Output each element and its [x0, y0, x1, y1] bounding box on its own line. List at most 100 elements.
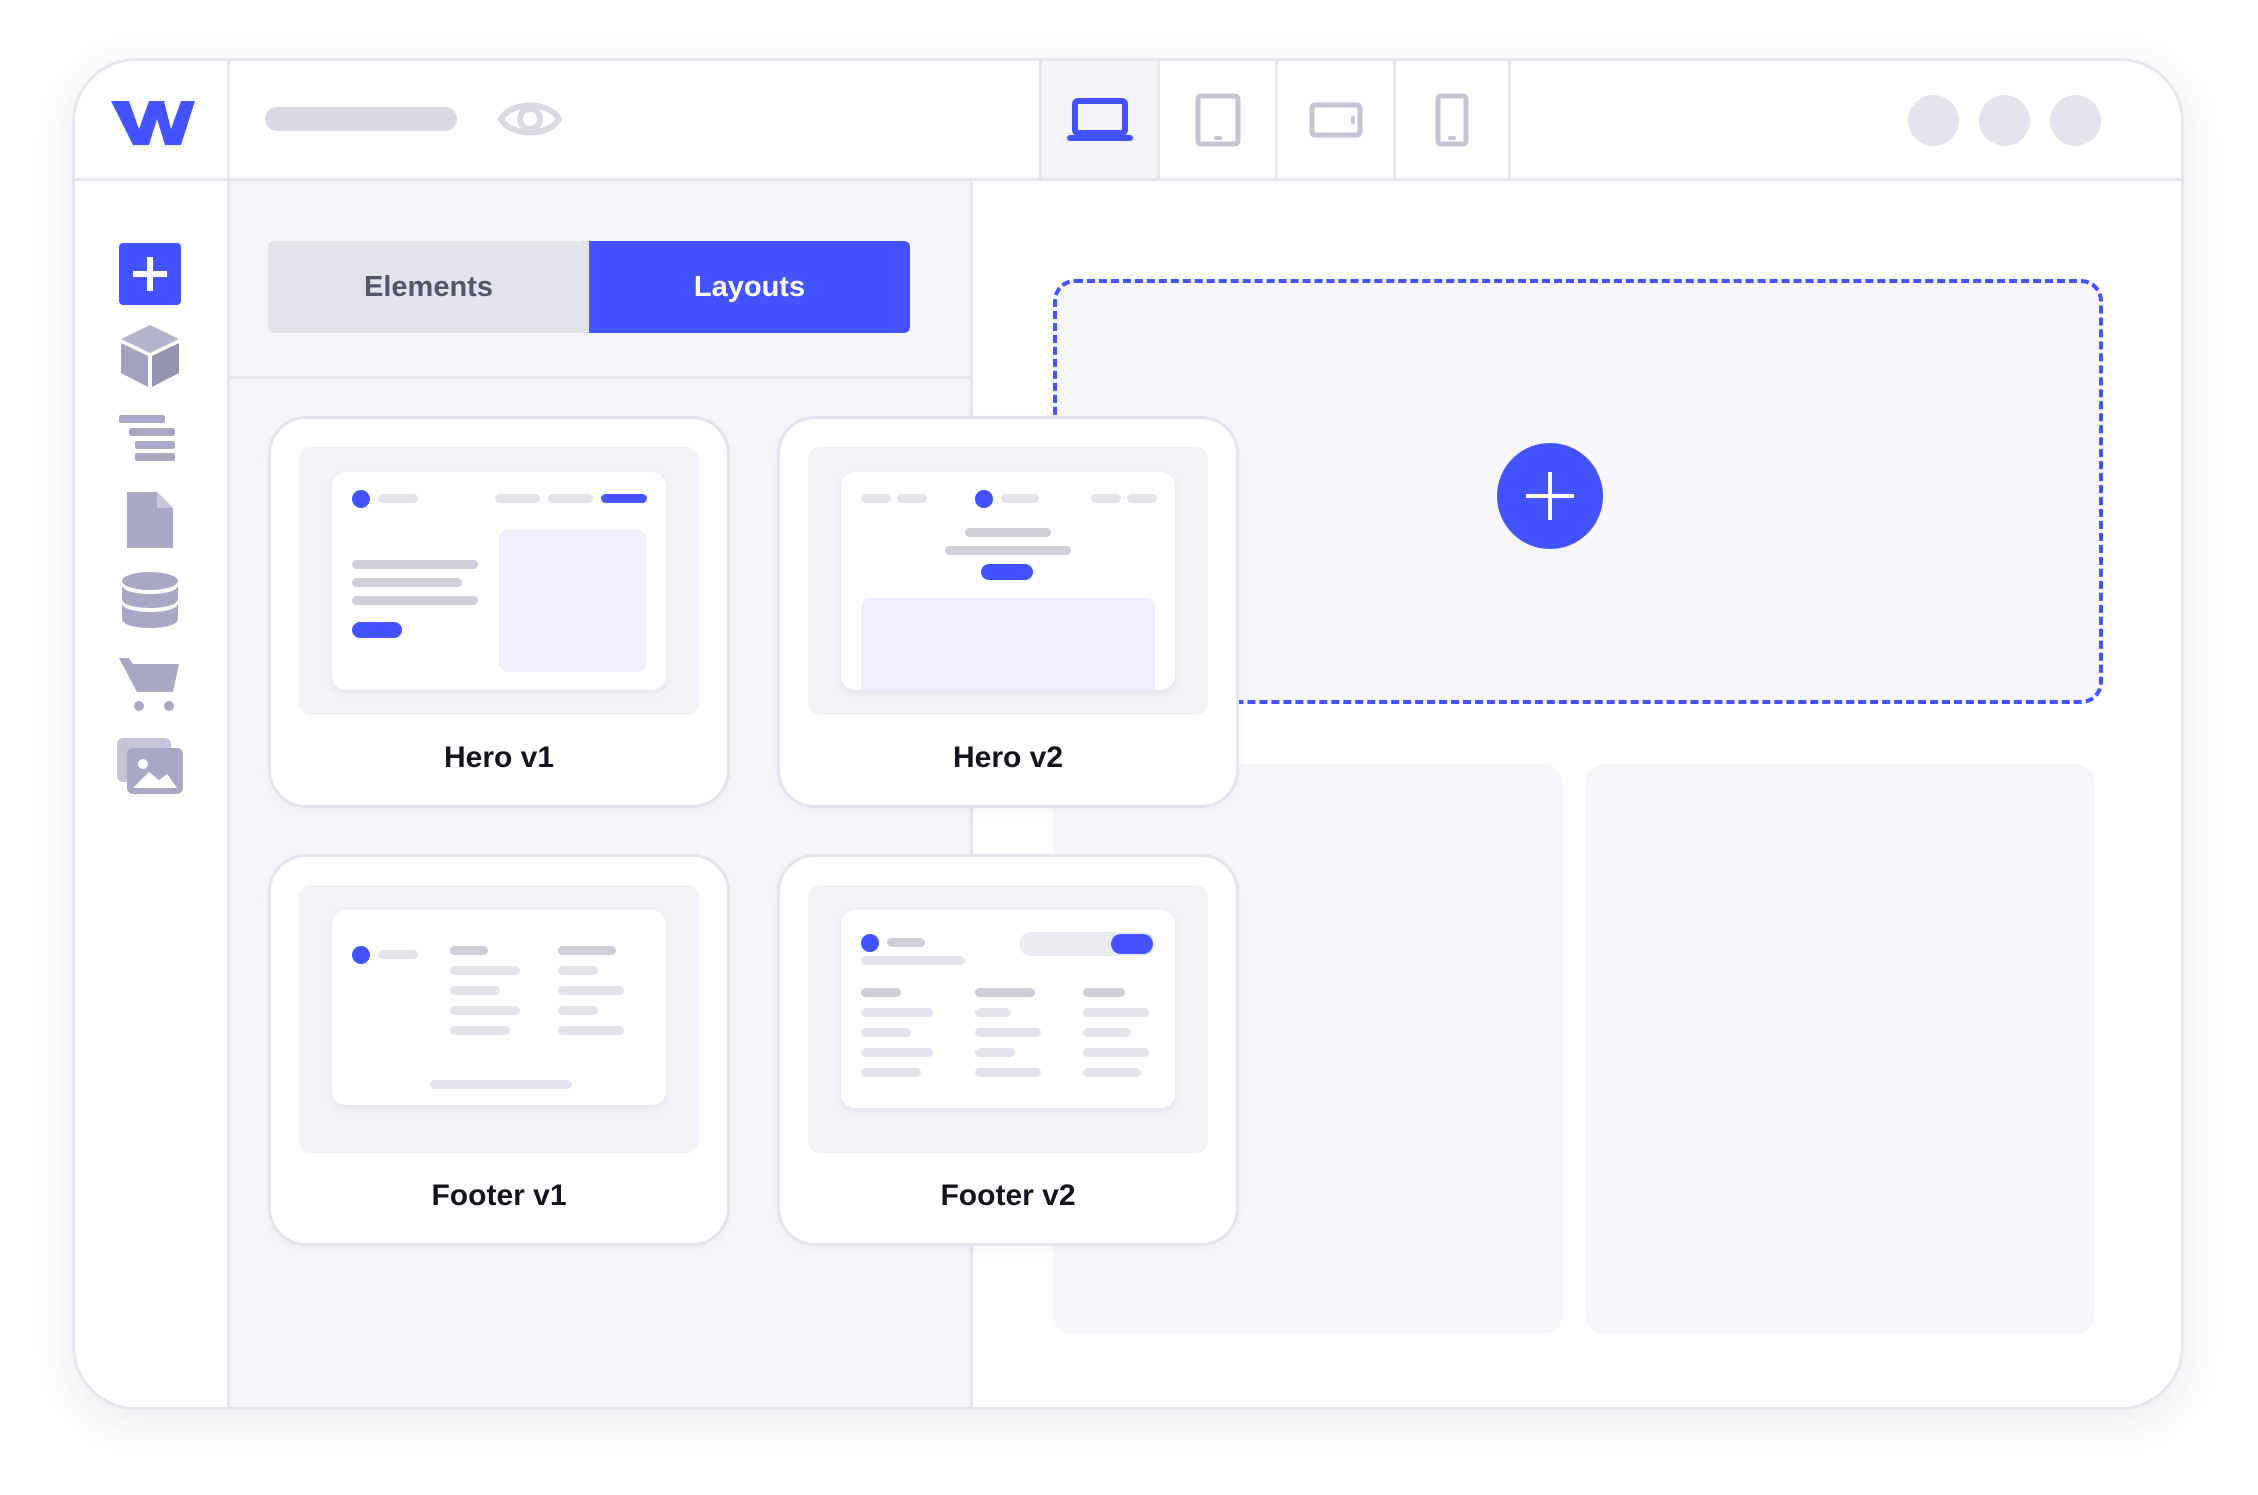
thumbnail-frame	[841, 472, 1175, 690]
tab-layouts[interactable]: Layouts	[589, 241, 910, 333]
content-placeholder	[1585, 764, 2095, 1334]
thumb-line	[601, 494, 647, 503]
thumbnail-frame	[332, 472, 666, 690]
app-window: Elements Layouts Hero v1 Hero v2 Footer …	[72, 58, 2184, 1410]
avatar[interactable]	[1979, 95, 2030, 146]
thumb-line	[450, 946, 488, 955]
layout-card-footer-v2[interactable]: Footer v2	[777, 854, 1239, 1246]
cms-button[interactable]	[115, 567, 185, 637]
laptop-icon	[1066, 97, 1133, 141]
thumb-line	[861, 494, 891, 503]
top-bar	[75, 61, 2181, 181]
thumb-line	[975, 1028, 1041, 1037]
avatar[interactable]	[2050, 95, 2101, 146]
avatar[interactable]	[1908, 95, 1959, 146]
left-rail	[75, 181, 230, 1407]
thumb-line	[450, 966, 520, 975]
eye-icon[interactable]	[497, 91, 563, 147]
assets-button[interactable]	[115, 731, 185, 801]
cube-icon	[121, 325, 179, 387]
divider	[227, 61, 230, 181]
navigator-button[interactable]	[115, 403, 185, 473]
thumb-line	[861, 1028, 911, 1037]
ecommerce-button[interactable]	[115, 649, 185, 719]
thumb-line	[975, 1008, 1011, 1017]
panel-header: Elements Layouts	[230, 181, 970, 379]
layout-card-hero-v2[interactable]: Hero v2	[777, 416, 1239, 808]
thumb-line	[1083, 1028, 1131, 1037]
thumbnail-frame	[841, 910, 1175, 1108]
thumb-line	[1083, 1008, 1149, 1017]
thumb-logo	[975, 490, 993, 508]
webflow-logo-icon[interactable]	[109, 95, 195, 151]
thumb-line	[450, 1006, 520, 1015]
layout-thumbnail	[808, 885, 1208, 1153]
thumb-line	[558, 1026, 624, 1035]
thumb-line	[861, 1008, 933, 1017]
thumb-line	[1083, 988, 1125, 997]
panel-tabs: Elements Layouts	[268, 241, 910, 333]
tablet-icon	[1195, 93, 1240, 146]
thumb-line	[558, 966, 598, 975]
thumb-button	[352, 622, 402, 638]
thumb-line	[965, 528, 1051, 537]
page-icon	[127, 492, 173, 548]
thumb-line	[861, 1068, 921, 1077]
thumb-line	[1083, 1048, 1149, 1057]
breakpoint-mobile-landscape[interactable]	[1275, 61, 1393, 178]
thumb-line	[887, 938, 925, 947]
pages-button[interactable]	[115, 485, 185, 555]
plus-icon	[1526, 472, 1574, 520]
breakpoint-desktop[interactable]	[1039, 61, 1157, 178]
thumb-button	[981, 564, 1033, 580]
add-section-button[interactable]	[1497, 443, 1603, 549]
navigator-icon	[119, 415, 175, 461]
phone-icon	[1435, 93, 1469, 146]
thumb-button	[1111, 934, 1153, 954]
thumb-line	[945, 546, 1071, 555]
thumb-line	[430, 1080, 572, 1089]
components-button[interactable]	[115, 321, 185, 391]
thumb-line	[378, 950, 418, 959]
tab-elements[interactable]: Elements	[268, 241, 589, 333]
layout-thumbnail	[299, 885, 699, 1153]
assets-icon	[117, 738, 183, 794]
thumb-line	[975, 1048, 1015, 1057]
collaborator-avatars	[1908, 95, 2101, 146]
breakpoint-switcher	[1039, 61, 1511, 178]
tablet-landscape-icon	[1309, 102, 1362, 137]
page-title-placeholder	[265, 107, 457, 131]
add-icon	[119, 243, 181, 305]
thumb-line	[352, 596, 478, 605]
layout-card-label: Footer v1	[431, 1179, 567, 1212]
thumb-line	[1001, 494, 1039, 503]
thumb-line	[352, 578, 462, 587]
layout-card-label: Hero v1	[443, 741, 555, 774]
thumb-line	[558, 1006, 598, 1015]
layout-card-hero-v1[interactable]: Hero v1	[268, 416, 730, 808]
thumb-line	[1127, 494, 1157, 503]
thumb-line	[558, 946, 616, 955]
thumb-line	[861, 956, 965, 965]
database-icon	[122, 572, 178, 628]
thumb-image	[861, 598, 1155, 690]
thumb-line	[450, 986, 500, 995]
breakpoint-mobile-portrait[interactable]	[1393, 61, 1511, 178]
thumb-line	[1083, 1068, 1141, 1077]
thumb-line	[450, 1026, 510, 1035]
layout-card-label: Footer v2	[940, 1179, 1076, 1212]
thumb-line	[1091, 494, 1121, 503]
breakpoint-tablet[interactable]	[1157, 61, 1275, 178]
thumb-line	[861, 988, 901, 997]
thumb-line	[558, 986, 624, 995]
thumbnail-frame	[332, 910, 666, 1105]
cart-icon	[119, 658, 179, 711]
thumb-logo	[861, 934, 879, 952]
layout-card-footer-v1[interactable]: Footer v1	[268, 854, 730, 1246]
thumb-line	[495, 494, 540, 503]
layout-thumbnail	[299, 447, 699, 715]
thumb-line	[861, 1048, 933, 1057]
thumb-line	[378, 494, 418, 503]
thumb-logo	[352, 490, 370, 508]
add-panel-button[interactable]	[115, 239, 185, 309]
